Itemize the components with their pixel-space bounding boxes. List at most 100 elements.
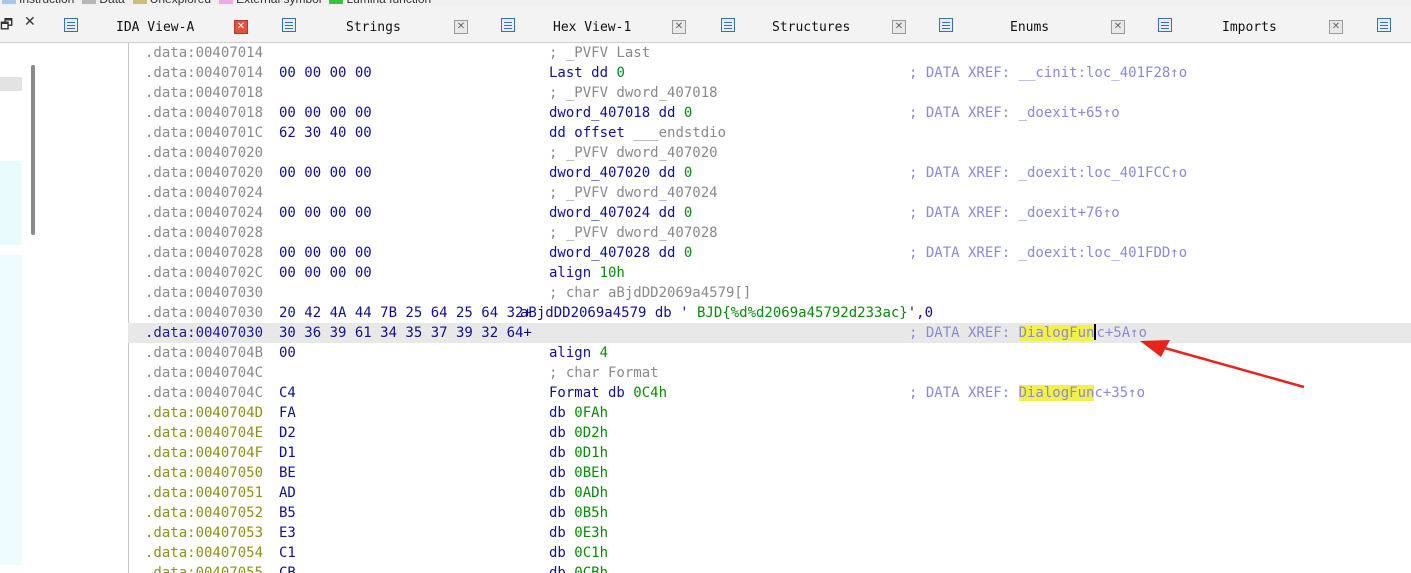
- operand-number: 0B5h: [574, 505, 609, 521]
- listing-row[interactable]: .data:00407050 BE db 0BEh: [128, 463, 1411, 483]
- row-address: .data:00407030: [145, 285, 264, 301]
- operand-number: 0: [683, 245, 693, 261]
- string-terminator: ',0: [907, 305, 934, 321]
- close-tab-icon[interactable]: ✕: [234, 20, 248, 34]
- operand-number: 0D2h: [574, 425, 609, 441]
- listing-row[interactable]: .data:00407018 ; _PVFV dword_407018: [128, 83, 1411, 103]
- row-address: .data:00407053: [145, 525, 264, 541]
- listing-row[interactable]: .data:0040704F D1 db 0D1h: [128, 443, 1411, 463]
- legend-swatch: [329, 0, 344, 5]
- exports-icon: [1377, 18, 1391, 32]
- row-address: .data:0040701C: [145, 125, 264, 141]
- close-tab-icon[interactable]: ✕: [1111, 20, 1125, 34]
- vertical-scrollbar-thumb[interactable]: [31, 65, 35, 235]
- tab-enums[interactable]: Enums ✕: [939, 14, 1139, 40]
- instruction-text: Format db: [549, 385, 634, 401]
- listing-row[interactable]: .data:00407024 00 00 00 00 dword_407024 dd…: [128, 203, 1411, 223]
- listing-row[interactable]: .data:0040702C 00 00 00 00 align 10h: [128, 263, 1411, 283]
- arrows-gutter: [48, 43, 129, 573]
- listing-row[interactable]: .data:00407053 E3 db 0E3h: [128, 523, 1411, 543]
- instruction-text: aBjdDD2069a4579 db ': [520, 305, 689, 321]
- instruction-text: Last dd: [549, 65, 617, 81]
- operand-number: 0CBh: [574, 565, 609, 573]
- row-address: .data:00407018: [145, 105, 264, 121]
- structures-icon: [721, 18, 735, 32]
- xref-symbol-highlighted: DialogFun: [1018, 325, 1095, 341]
- close-tab-icon[interactable]: ✕: [672, 20, 686, 34]
- listing-row[interactable]: .data:00407014 ; _PVFV Last: [128, 43, 1411, 63]
- xref-prefix: ; DATA XREF:: [909, 325, 1019, 341]
- close-tab-icon[interactable]: ✕: [1329, 20, 1343, 34]
- operand-number: 0D1h: [574, 445, 609, 461]
- instruction-comment: ; char Format: [549, 365, 659, 381]
- listing-row[interactable]: .data:00407028 ; _PVFV dword_407028: [128, 223, 1411, 243]
- tab-strings[interactable]: Strings ✕: [282, 14, 482, 40]
- row-instruction: dword_407028 dd 0: [549, 243, 692, 263]
- data-xref-comment: ; DATA XREF: _doexit+65↑o: [909, 103, 1120, 123]
- tab-ida-view-a[interactable]: IDA View-A ✕: [64, 14, 254, 40]
- data-xref-comment: ; DATA XREF: _doexit:loc_401FDD↑o: [909, 243, 1187, 263]
- listing-row[interactable]: .data:00407024 ; _PVFV dword_407024: [128, 183, 1411, 203]
- row-instruction: aBjdDD2069a4579 db ' BJD{%d%d2069a45792d…: [520, 303, 933, 323]
- close-tab-icon[interactable]: ✕: [454, 20, 468, 34]
- close-pane-icon[interactable]: ✕: [24, 14, 36, 30]
- tab-exports-partial[interactable]: [1377, 14, 1407, 40]
- row-instruction: db 0CBh: [549, 563, 608, 573]
- listing-row[interactable]: .data:00407028 00 00 00 00 dword_407028 dd…: [128, 243, 1411, 263]
- data-xref-comment: ; DATA XREF: _doexit:loc_401FCC↑o: [909, 163, 1187, 183]
- legend-swatch: [82, 0, 97, 5]
- instruction-comment: ; _PVFV dword_407024: [549, 185, 718, 201]
- row-bytes: 00 00 00 00: [279, 205, 372, 221]
- xref-symbol-rest: c: [1096, 325, 1105, 341]
- listing-row[interactable]: .data:00407052 B5 db 0B5h: [128, 503, 1411, 523]
- row-address: .data:00407024: [145, 185, 264, 201]
- instruction-text: db: [549, 525, 575, 541]
- listing-row[interactable]: .data:0040704D FA db 0FAh: [128, 403, 1411, 423]
- row-address: .data:0040702C: [145, 265, 264, 281]
- listing-row[interactable]: .data:00407051 AD db 0ADh: [128, 483, 1411, 503]
- restore-pane-icon[interactable]: 🗗: [0, 14, 13, 38]
- listing-row[interactable]: .data:00407030 ; char aBjdDD2069a4579[]: [128, 283, 1411, 303]
- listing-row[interactable]: .data:00407020 00 00 00 00 dword_407020 dd…: [128, 163, 1411, 183]
- xref-suffix: ↑o: [1102, 205, 1120, 221]
- row-instruction: align 4: [549, 343, 608, 363]
- close-tab-icon[interactable]: ✕: [892, 20, 906, 34]
- listing-row[interactable]: .data:00407054 C1 db 0C1h: [128, 543, 1411, 563]
- row-address: .data:00407030: [145, 305, 264, 321]
- listing-row[interactable]: .data:00407055 CB db 0CBh: [128, 563, 1411, 573]
- listing-row[interactable]: .data:0040701C 62 30 40 00 dd offset ___en…: [128, 123, 1411, 143]
- legend-swatch: [132, 0, 147, 5]
- row-instruction: db 0C1h: [549, 543, 608, 563]
- xref-prefix: ; DATA XREF:: [909, 165, 1019, 181]
- tab-structures[interactable]: Structures ✕: [721, 14, 921, 40]
- listing-row[interactable]: .data:00407014 00 00 00 00 Last dd 0 ; DATA…: [128, 63, 1411, 83]
- instruction-text: align: [549, 345, 600, 361]
- instruction-text: align: [549, 265, 600, 281]
- xref-symbol: __cinit:loc_401F28: [1018, 65, 1171, 81]
- xref-suffix: ↑o: [1170, 165, 1188, 181]
- tab-hex-view-1[interactable]: Hex View-1 ✕: [501, 14, 701, 40]
- listing-row[interactable]: .data:0040704E D2 db 0D2h: [128, 423, 1411, 443]
- data-xref-comment: ; DATA XREF: DialogFunc+35↑o: [909, 383, 1145, 403]
- disassembly-view-icon: [64, 18, 78, 32]
- data-xref-comment: ; DATA XREF: _doexit+76↑o: [909, 203, 1120, 223]
- disassembly-listing[interactable]: .data:00407014; _PVFV Last .data:00407014…: [128, 43, 1411, 573]
- operand-number: 0C1h: [574, 545, 609, 561]
- operand-number: 4: [599, 345, 609, 361]
- tab-imports[interactable]: Imports ✕: [1158, 14, 1358, 40]
- listing-row[interactable]: .data:00407020 ; _PVFV dword_407020: [128, 143, 1411, 163]
- listing-row[interactable]: .data:00407030 20 42 4A 44 7B 25 64 25 64…: [128, 303, 1411, 323]
- listing-row[interactable]: .data:00407018 00 00 00 00 dword_407018 dd…: [128, 103, 1411, 123]
- strings-icon: [282, 18, 296, 32]
- row-instruction: db 0D2h: [549, 423, 608, 443]
- hex-view-icon: [501, 18, 515, 32]
- xref-prefix: ; DATA XREF:: [909, 65, 1019, 81]
- pane-controls: 🗗 ✕: [0, 14, 46, 38]
- row-bytes: D1: [279, 445, 296, 461]
- data-xref-comment: ; DATA XREF: DialogFun c+5A↑o: [909, 323, 1147, 343]
- row-bytes: BE: [279, 465, 296, 481]
- operand-reference: ___endstdio: [633, 125, 727, 141]
- legend-swatch: [219, 0, 234, 5]
- row-bytes: FA: [279, 405, 296, 421]
- operand-number: 0: [683, 105, 693, 121]
